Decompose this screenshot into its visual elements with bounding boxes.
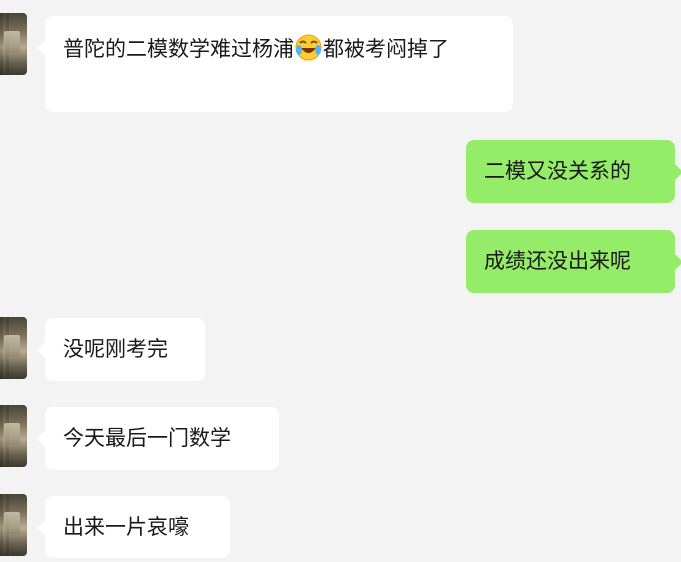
incoming-message-bubble[interactable]: 没呢刚考完 [37, 318, 205, 381]
contact-avatar[interactable] [0, 405, 27, 467]
contact-avatar[interactable] [0, 317, 27, 379]
message-text: 没呢刚考完 [63, 337, 168, 361]
contact-avatar[interactable] [0, 13, 27, 75]
message-text: 成绩还没出来呢 [484, 249, 631, 273]
incoming-message-bubble[interactable]: 普陀的二模数学难过杨浦 都被考闷掉了 [37, 16, 513, 112]
contact-avatar[interactable] [0, 494, 27, 556]
message-text: 出来一片哀嚎 [63, 515, 189, 539]
message-text: 都被考闷掉了 [323, 37, 449, 61]
message-text: 二模又没关系的 [484, 159, 631, 183]
outgoing-message-bubble[interactable]: 二模又没关系的 [466, 140, 681, 203]
incoming-message-bubble[interactable]: 今天最后一门数学 [37, 407, 279, 470]
message-text: 普陀的二模数学难过杨浦 [63, 37, 294, 61]
crying-laughing-emoji-icon [295, 34, 322, 70]
incoming-message-bubble[interactable]: 出来一片哀嚎 [37, 496, 230, 558]
outgoing-message-bubble[interactable]: 成绩还没出来呢 [466, 230, 681, 293]
message-text: 今天最后一门数学 [63, 426, 231, 450]
